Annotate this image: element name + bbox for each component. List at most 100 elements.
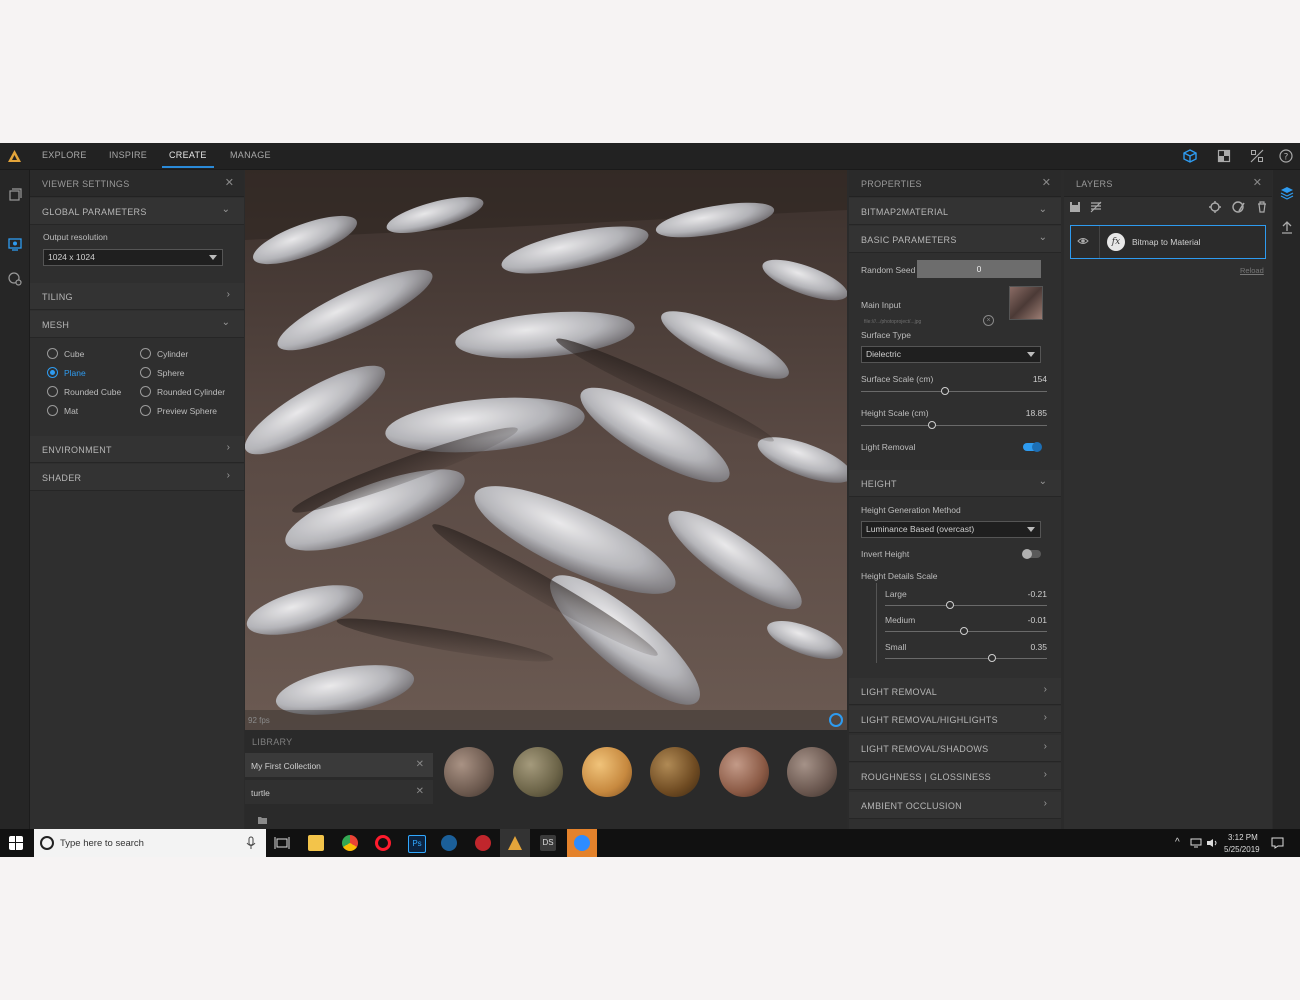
add-paint-layer-icon[interactable] bbox=[1232, 200, 1246, 214]
detail-large-label: Large bbox=[885, 589, 907, 599]
opera-icon[interactable] bbox=[375, 835, 391, 851]
main-input-thumbnail[interactable] bbox=[1009, 286, 1043, 320]
basic-parameters-section[interactable]: BASIC PARAMETERS ⌄ bbox=[849, 226, 1061, 253]
mesh-radio-sphere[interactable] bbox=[140, 367, 151, 378]
mesh-radio-rounded-cylinder[interactable] bbox=[140, 386, 151, 397]
surface-scale-slider[interactable] bbox=[861, 387, 1047, 395]
chrome-icon[interactable] bbox=[342, 835, 358, 851]
mesh-radio-cylinder[interactable] bbox=[140, 348, 151, 359]
zoom-icon[interactable] bbox=[574, 835, 590, 851]
global-parameters-section[interactable]: GLOBAL PARAMETERS ⌄ bbox=[30, 198, 244, 225]
environment-section[interactable]: ENVIRONMENT › bbox=[30, 436, 244, 463]
microphone-icon[interactable] bbox=[246, 836, 256, 850]
taskbar-search-box[interactable]: Type here to search bbox=[34, 829, 266, 857]
viewer-settings-icon[interactable] bbox=[7, 236, 23, 252]
3d-viewport[interactable]: 92 fps bbox=[245, 170, 847, 730]
substance-alchemist-icon[interactable] bbox=[507, 835, 523, 851]
light-removal-toggle[interactable] bbox=[1023, 442, 1042, 452]
mesh-radio-cube[interactable] bbox=[47, 348, 58, 359]
output-resolution-select[interactable]: 1024 x 1024 bbox=[43, 249, 223, 266]
photoshop-icon[interactable]: Ps bbox=[408, 835, 426, 853]
tab-explore[interactable]: EXPLORE bbox=[42, 150, 87, 160]
invert-height-toggle[interactable] bbox=[1022, 549, 1041, 559]
tiling-section[interactable]: TILING › bbox=[30, 283, 244, 310]
layers-icon[interactable] bbox=[1279, 185, 1295, 201]
shader-label: SHADER bbox=[42, 473, 82, 483]
reload-link[interactable]: Reload bbox=[1240, 266, 1264, 275]
mesh-radio-plane[interactable] bbox=[47, 367, 58, 378]
close-icon[interactable]: ✕ bbox=[416, 759, 424, 770]
help-icon[interactable]: ? bbox=[1278, 148, 1294, 164]
add-filter-icon[interactable] bbox=[1208, 200, 1222, 214]
slider-knob[interactable] bbox=[940, 387, 949, 395]
detail-large-slider[interactable] bbox=[885, 601, 1047, 609]
light-removal-section[interactable]: LIGHT REMOVAL › bbox=[849, 678, 1061, 705]
material-thumbnail[interactable] bbox=[719, 747, 769, 797]
library-title: LIBRARY bbox=[252, 737, 293, 747]
close-icon[interactable]: ✕ bbox=[1253, 176, 1262, 189]
light-removal-shadows-section[interactable]: LIGHT REMOVAL/SHADOWS › bbox=[849, 735, 1061, 762]
volume-icon[interactable] bbox=[1206, 838, 1218, 848]
roughness-glossiness-section[interactable]: ROUGHNESS | GLOSSINESS › bbox=[849, 763, 1061, 790]
tab-manage[interactable]: MANAGE bbox=[230, 150, 271, 160]
mesh-radio-mat[interactable] bbox=[47, 405, 58, 416]
material-thumbnail[interactable] bbox=[650, 747, 700, 797]
detail-small-slider[interactable] bbox=[885, 654, 1047, 662]
mesh-radio-rounded-cube[interactable] bbox=[47, 386, 58, 397]
collection-item[interactable]: My First Collection ✕ bbox=[245, 753, 433, 777]
3d-view-icon[interactable] bbox=[1182, 148, 1198, 164]
library-icon[interactable] bbox=[7, 186, 23, 202]
detail-medium-label: Medium bbox=[885, 615, 916, 625]
export-icon[interactable] bbox=[1279, 220, 1295, 236]
height-section[interactable]: HEIGHT ⌄ bbox=[849, 470, 1061, 497]
slider-knob[interactable] bbox=[960, 627, 969, 635]
close-icon[interactable]: ✕ bbox=[1042, 176, 1051, 189]
height-generation-select[interactable]: Luminance Based (overcast) bbox=[861, 521, 1041, 538]
chevron-down-icon: ⌄ bbox=[1038, 232, 1047, 243]
detail-medium-slider[interactable] bbox=[885, 627, 1047, 635]
substance-designer-icon[interactable]: DS bbox=[540, 835, 556, 851]
material-thumbnail[interactable] bbox=[787, 747, 837, 797]
clear-input-icon[interactable]: × bbox=[983, 315, 994, 326]
slider-knob[interactable] bbox=[945, 601, 954, 609]
material-thumbnail[interactable] bbox=[444, 747, 494, 797]
substance-painter-icon[interactable] bbox=[475, 835, 491, 851]
delete-icon[interactable] bbox=[1255, 200, 1269, 214]
random-seed-field[interactable]: 0 bbox=[917, 260, 1041, 278]
show-hidden-icons-icon[interactable]: ^ bbox=[1175, 837, 1180, 848]
tab-inspire[interactable]: INSPIRE bbox=[109, 150, 147, 160]
split-view-icon[interactable] bbox=[1249, 148, 1265, 164]
shader-section[interactable]: SHADER › bbox=[30, 464, 244, 491]
surface-type-select[interactable]: Dielectric bbox=[861, 346, 1041, 363]
light-removal-highlights-section[interactable]: LIGHT REMOVAL/HIGHLIGHTS › bbox=[849, 706, 1061, 733]
height-scale-slider[interactable] bbox=[861, 421, 1047, 429]
slider-knob[interactable] bbox=[927, 421, 936, 429]
2d-view-icon[interactable] bbox=[1216, 148, 1232, 164]
tab-create[interactable]: CREATE bbox=[162, 150, 214, 168]
notifications-icon[interactable] bbox=[1271, 837, 1284, 849]
clock-date[interactable]: 5/25/2019 bbox=[1224, 845, 1260, 854]
mesh-radio-preview-sphere[interactable] bbox=[140, 405, 151, 416]
hide-layers-icon[interactable] bbox=[1089, 200, 1103, 214]
folder-icon[interactable] bbox=[257, 815, 268, 825]
task-view-icon[interactable] bbox=[274, 835, 290, 851]
network-icon[interactable] bbox=[1190, 838, 1202, 848]
mesh-label-rounded-cylinder: Rounded Cylinder bbox=[157, 387, 226, 397]
file-explorer-icon[interactable] bbox=[308, 835, 324, 851]
mesh-section[interactable]: MESH ⌄ bbox=[30, 311, 244, 338]
render-settings-icon[interactable] bbox=[7, 271, 23, 287]
windows-start-icon[interactable] bbox=[9, 836, 23, 850]
collection-item[interactable]: turtle ✕ bbox=[245, 780, 433, 804]
save-icon[interactable] bbox=[1068, 200, 1082, 214]
eye-icon[interactable] bbox=[1077, 236, 1089, 246]
material-thumbnail[interactable] bbox=[582, 747, 632, 797]
layer-item[interactable]: fx Bitmap to Material bbox=[1070, 225, 1266, 259]
ambient-occlusion-section[interactable]: AMBIENT OCCLUSION › bbox=[849, 792, 1061, 819]
close-icon[interactable]: ✕ bbox=[225, 176, 234, 189]
material-thumbnail[interactable] bbox=[513, 747, 563, 797]
bitmap2material-section[interactable]: BITMAP2MATERIAL ⌄ bbox=[849, 198, 1061, 225]
steam-icon[interactable] bbox=[441, 835, 457, 851]
clock-time[interactable]: 3:12 PM bbox=[1228, 833, 1258, 842]
slider-knob[interactable] bbox=[987, 654, 996, 662]
close-icon[interactable]: ✕ bbox=[416, 786, 424, 797]
